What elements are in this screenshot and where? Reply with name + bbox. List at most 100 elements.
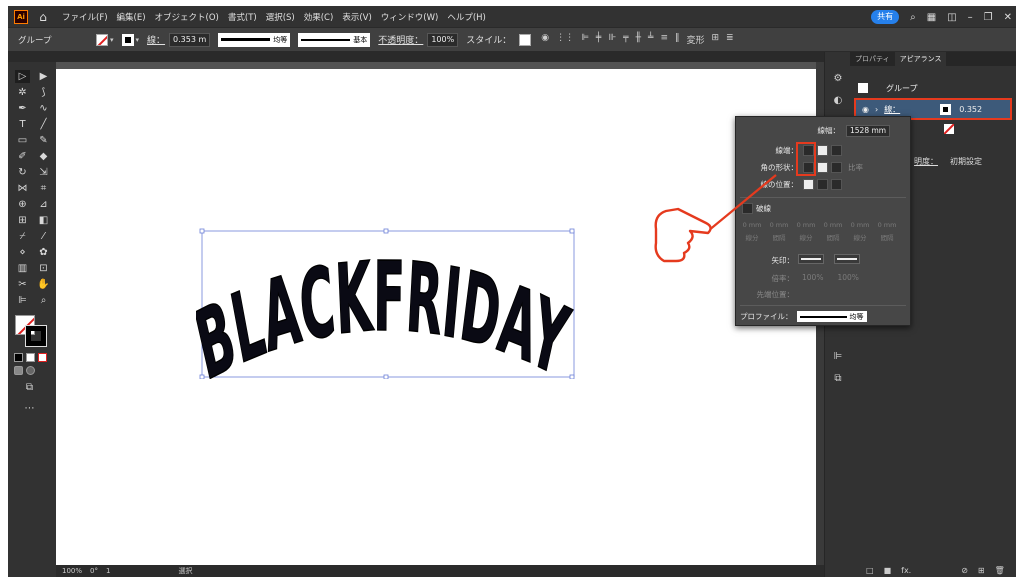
stroke-label[interactable]: 線： <box>147 33 165 46</box>
brush-definition[interactable]: 基本 <box>298 32 371 47</box>
slice-icon[interactable]: ✂ <box>15 278 30 291</box>
isolate-icon[interactable]: ⊞ <box>712 33 720 46</box>
align-center-button[interactable] <box>803 179 814 190</box>
grid-icon[interactable]: ⋮⋮ <box>556 33 574 46</box>
chevron-down-icon[interactable]: ▾ <box>136 36 140 44</box>
projecting-cap-button[interactable] <box>831 145 842 156</box>
type-icon[interactable]: T <box>15 118 30 131</box>
more-tools-icon[interactable]: ⋯ <box>22 402 37 415</box>
end-scale-value[interactable]: 100% <box>837 273 858 282</box>
selection-tool-icon[interactable]: ▷ <box>15 70 30 83</box>
menu-file[interactable]: ファイル(F) <box>62 11 108 23</box>
blend-icon[interactable]: ⋄ <box>15 246 30 259</box>
pen-icon[interactable]: ✒ <box>15 102 30 115</box>
share-button[interactable]: 共有 <box>871 10 900 24</box>
lasso-icon[interactable]: ⟆ <box>36 86 51 99</box>
fill-none-swatch[interactable] <box>944 124 954 134</box>
menu-object[interactable]: オブジェクト(O) <box>155 11 219 23</box>
transform-icon[interactable]: ⧉ <box>830 372 846 386</box>
new-fill-icon[interactable]: ■ <box>884 566 892 575</box>
align-center-icon[interactable]: ╪ <box>596 33 601 46</box>
home-icon[interactable]: ⌂ <box>36 10 50 24</box>
duplicate-icon[interactable]: ⊞ <box>978 566 985 575</box>
dash-cell[interactable]: 0 mm <box>794 221 818 229</box>
align-right-icon[interactable]: ⊪ <box>608 33 616 46</box>
tab-properties[interactable]: プロパティ <box>850 52 895 66</box>
draw-behind-icon[interactable] <box>26 366 35 375</box>
shape-builder-icon[interactable]: ⊕ <box>15 198 30 211</box>
free-transform-icon[interactable]: ⌗ <box>36 182 51 195</box>
menu-type[interactable]: 書式(T) <box>228 11 257 23</box>
stroke-black-icon[interactable] <box>25 325 47 347</box>
measure-icon[interactable]: ⁄ <box>36 230 51 243</box>
eraser-icon[interactable]: ◆ <box>36 150 51 163</box>
none-mode-icon[interactable] <box>38 353 47 362</box>
magic-wand-icon[interactable]: ✲ <box>15 86 30 99</box>
gap-cell[interactable]: 0 mm <box>821 221 845 229</box>
distribute-v-icon[interactable]: ‖ <box>675 33 680 46</box>
dash-cell[interactable]: 0 mm <box>848 221 872 229</box>
opacity-input[interactable]: 100% <box>427 32 459 47</box>
arrange-icon[interactable]: ◫ <box>947 12 956 23</box>
variable-width-profile[interactable]: 均等 <box>218 32 291 47</box>
menu-edit[interactable]: 編集(E) <box>117 11 146 23</box>
zoom-icon[interactable]: ⌕ <box>36 294 51 307</box>
end-arrowhead-select[interactable] <box>834 254 860 264</box>
workspace-icon[interactable]: ▦ <box>927 12 936 23</box>
distribute-icon[interactable]: ≡ <box>660 33 668 46</box>
eye-icon[interactable]: ◉ <box>862 105 869 114</box>
eyedropper-icon[interactable]: ⌿ <box>15 230 30 243</box>
selection-handle[interactable] <box>569 374 575 379</box>
fill-stroke-widget[interactable] <box>15 315 49 349</box>
fx-button[interactable]: fx. <box>901 566 911 575</box>
align-top-icon[interactable]: ╤ <box>623 33 628 46</box>
menu-select[interactable]: 選択(S) <box>266 11 295 23</box>
draw-mode-icon[interactable] <box>14 366 23 375</box>
profile-select[interactable]: 均等 <box>796 311 867 322</box>
style-swatch[interactable] <box>519 33 532 46</box>
restore-icon[interactable]: ❐ <box>984 12 993 23</box>
artboard[interactable]: BLACKFRIDAY <box>56 69 816 565</box>
close-icon[interactable]: ✕ <box>1004 12 1012 23</box>
selection-handle[interactable] <box>199 228 205 234</box>
stroke-color-swatch[interactable] <box>940 103 952 115</box>
width-icon[interactable]: ⋈ <box>15 182 30 195</box>
screen-mode-icon[interactable]: ⧉ <box>22 381 37 394</box>
stroke-width-input[interactable]: 1528 mm <box>846 125 891 137</box>
trash-icon[interactable]: 🗑 <box>995 566 1005 575</box>
gap-cell[interactable]: 0 mm <box>875 221 899 229</box>
tab-appearance[interactable]: アピアランス <box>894 52 947 66</box>
rotate-icon[interactable]: ↻ <box>15 166 30 179</box>
round-join-button[interactable] <box>817 162 828 173</box>
chevron-down-icon[interactable]: ▾ <box>110 36 114 44</box>
print-tiling-icon[interactable]: ⊫ <box>15 294 30 307</box>
gradient-mode-icon[interactable] <box>26 353 35 362</box>
selection-handle[interactable] <box>383 228 389 234</box>
symbol-sprayer-icon[interactable]: ✿ <box>36 246 51 259</box>
appearance-icon[interactable]: ◐ <box>830 94 846 108</box>
stroke-swatch[interactable] <box>121 33 134 46</box>
rotation[interactable]: 0° <box>90 567 98 575</box>
align-panel-icon[interactable]: ⊫ <box>830 350 846 364</box>
shape-label[interactable]: 変形 <box>686 33 704 46</box>
artboard-icon[interactable]: ⊡ <box>36 262 51 275</box>
start-scale-value[interactable]: 100% <box>802 273 823 282</box>
bevel-join-button[interactable] <box>831 162 842 173</box>
menu-effect[interactable]: 効果(C) <box>304 11 334 23</box>
properties-icon[interactable]: ⚙ <box>830 72 846 86</box>
direct-selection-icon[interactable]: ▶ <box>36 70 51 83</box>
line-icon[interactable]: ╱ <box>36 118 51 131</box>
menu-window[interactable]: ウィンドウ(W) <box>381 11 439 23</box>
zoom-level[interactable]: 100% <box>62 567 82 575</box>
more-icon[interactable]: ≣ <box>726 33 734 46</box>
menu-help[interactable]: ヘルプ(H) <box>447 11 486 23</box>
recolor-icon[interactable]: ◉ <box>541 33 549 46</box>
mesh-icon[interactable]: ⊞ <box>15 214 30 227</box>
stroke-row-label[interactable]: 線： <box>884 104 900 115</box>
search-icon[interactable]: ⌕ <box>910 12 916 23</box>
stroke-row-value[interactable]: 0.352 <box>959 105 982 114</box>
artboard-number[interactable]: 1 <box>106 567 110 575</box>
align-inside-button[interactable] <box>817 179 828 190</box>
fill-swatch[interactable] <box>96 33 108 46</box>
align-outside-button[interactable] <box>831 179 842 190</box>
